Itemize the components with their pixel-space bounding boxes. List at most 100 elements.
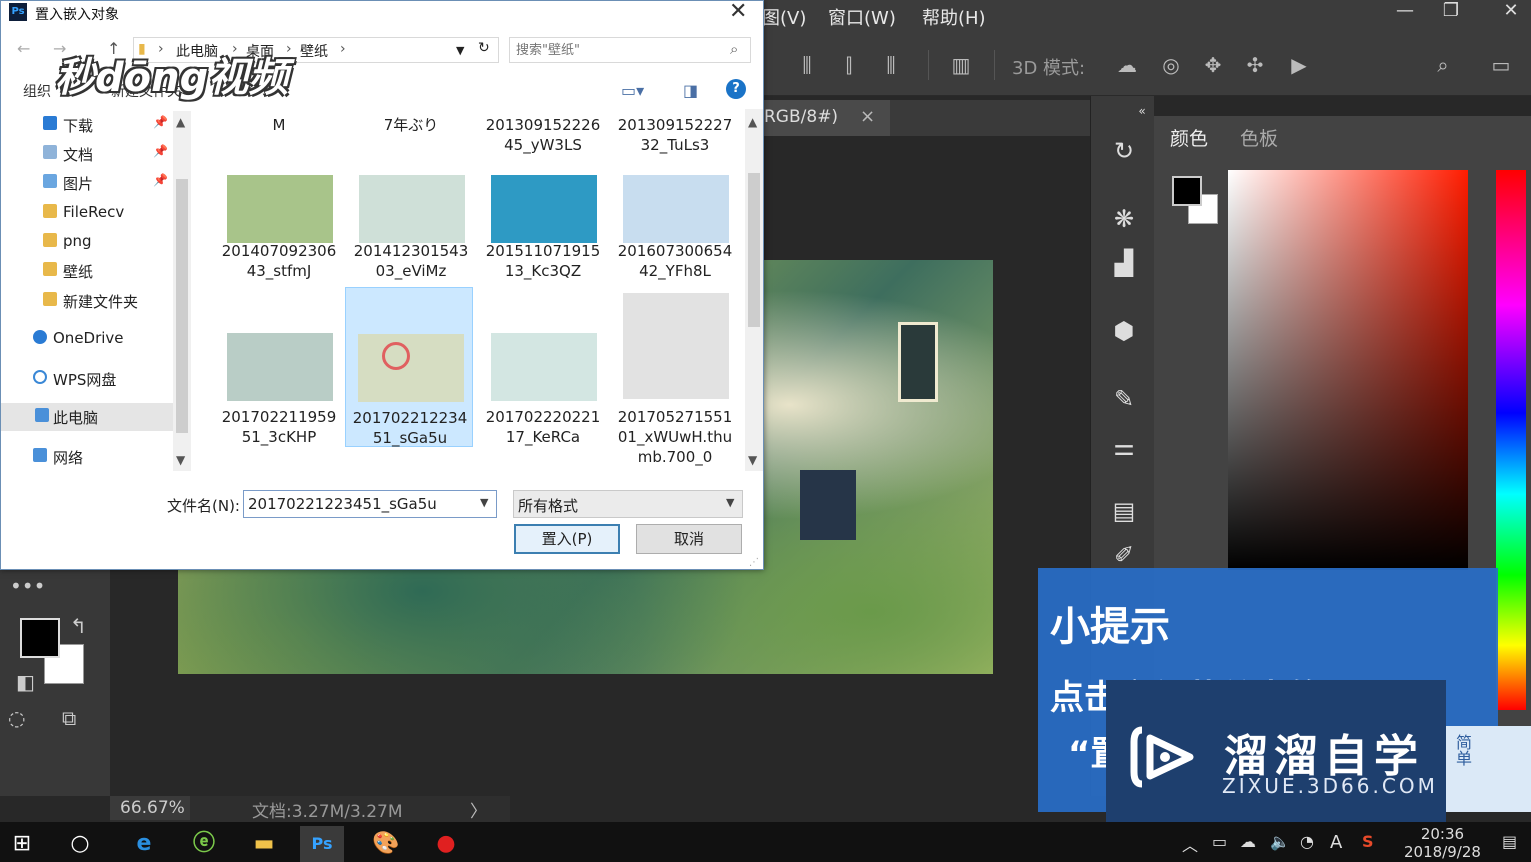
tab-swatches[interactable]: 色板 bbox=[1240, 124, 1278, 151]
cloud-icon[interactable]: ☁ bbox=[1240, 832, 1256, 851]
color-picker-field[interactable] bbox=[1228, 170, 1468, 570]
network-icon[interactable]: ◔ bbox=[1300, 832, 1314, 851]
nav-scrollbar[interactable]: ▲ ▼ bbox=[173, 111, 191, 471]
3d-icon[interactable]: ⬢ bbox=[1109, 316, 1139, 346]
ime-indicator[interactable]: A bbox=[1330, 832, 1342, 853]
hue-slider[interactable] bbox=[1496, 170, 1526, 710]
breadcrumb-wallpaper[interactable]: 壁纸 bbox=[300, 41, 328, 61]
chevron-down-icon[interactable]: ▼ bbox=[480, 496, 488, 509]
resize-grip-icon[interactable]: ⋰ bbox=[749, 557, 759, 568]
photoshop-taskbar-icon[interactable]: Ps bbox=[300, 826, 344, 862]
nav-item-downloads[interactable]: 下载 📌 bbox=[1, 111, 173, 139]
nav-item-pictures[interactable]: 图片 📌 bbox=[1, 169, 173, 197]
nav-item-network[interactable]: 网络 bbox=[1, 443, 173, 471]
3d-rotate-icon[interactable]: ☁ bbox=[1114, 52, 1140, 78]
document-tab[interactable]: RGB/8#) × bbox=[760, 100, 890, 136]
scroll-down-icon[interactable]: ▼ bbox=[176, 453, 185, 467]
search-icon[interactable]: ⌕ bbox=[1430, 52, 1456, 78]
scroll-up-icon[interactable]: ▲ bbox=[176, 115, 185, 129]
back-arrow-icon[interactable]: ← bbox=[17, 39, 30, 58]
tab-color[interactable]: 颜色 bbox=[1170, 124, 1208, 151]
file-tile-selected[interactable]: 201702212234 51_sGa5u bbox=[345, 287, 473, 447]
align-right-icon[interactable]: ⫼ bbox=[878, 52, 904, 78]
address-dropdown-icon[interactable]: ▼ bbox=[456, 44, 464, 57]
brush-settings-icon[interactable]: ❋ bbox=[1109, 204, 1139, 234]
paint-icon[interactable]: 🎨 bbox=[364, 826, 408, 862]
nav-item-wallpaper[interactable]: 壁纸 bbox=[1, 257, 173, 285]
3d-roll-icon[interactable]: ◎ bbox=[1158, 52, 1184, 78]
preview-pane-icon[interactable]: ◨ bbox=[683, 81, 698, 100]
workspace-icon[interactable]: ▭ bbox=[1488, 52, 1514, 78]
sogou-icon[interactable]: S bbox=[1362, 832, 1374, 851]
filename-input[interactable]: 20170221223451_sGa5u ▼ bbox=[243, 490, 497, 518]
help-icon[interactable]: ? bbox=[726, 79, 746, 99]
foreground-color-swatch[interactable] bbox=[20, 618, 60, 658]
nav-item-onedrive[interactable]: OneDrive bbox=[1, 325, 173, 353]
collapse-panels-icon[interactable]: « bbox=[1127, 96, 1157, 126]
history-icon[interactable]: ↻ bbox=[1109, 136, 1139, 166]
place-button[interactable]: 置入(P) bbox=[514, 524, 620, 554]
nav-item-new-folder[interactable]: 新建文件夹 bbox=[1, 287, 173, 315]
clock[interactable]: 20:36 2018/9/28 bbox=[1404, 825, 1481, 861]
more-tools-icon[interactable]: ••• bbox=[10, 574, 45, 598]
nav-item-wps[interactable]: WPS网盘 bbox=[1, 365, 173, 393]
quick-mask-icon[interactable]: ◌ bbox=[8, 706, 25, 730]
windows-start-icon[interactable]: ⊞ bbox=[0, 826, 44, 862]
file-tile[interactable]: 201309152226 45_yW3LS bbox=[479, 109, 607, 161]
close-app-button[interactable]: ✕ bbox=[1488, 0, 1531, 24]
battery-icon[interactable]: ▭ bbox=[1212, 832, 1227, 851]
scroll-thumb[interactable] bbox=[748, 173, 760, 327]
file-tile[interactable]: 201705271551 01_xWUwH.thu mb.700_0 bbox=[611, 287, 739, 471]
record-icon[interactable]: ● bbox=[424, 826, 468, 862]
volume-icon[interactable]: 🔈 bbox=[1270, 832, 1290, 851]
scroll-up-icon[interactable]: ▲ bbox=[748, 115, 757, 129]
cortana-icon[interactable]: ○ bbox=[58, 826, 102, 862]
filetype-select[interactable]: 所有格式 ▼ bbox=[513, 490, 743, 518]
file-scrollbar[interactable]: ▲ ▼ bbox=[745, 109, 763, 471]
menu-help[interactable]: 帮助(H) bbox=[922, 4, 986, 30]
brushes-icon[interactable]: ✎ bbox=[1109, 384, 1139, 414]
view-options-icon[interactable]: ▭▾ bbox=[621, 81, 644, 100]
dialog-close-button[interactable]: ✕ bbox=[729, 0, 747, 24]
file-tile[interactable]: 201309152227 32_TuLs3 bbox=[611, 109, 739, 161]
notes-icon[interactable]: ✐ bbox=[1109, 540, 1139, 570]
search-input[interactable] bbox=[510, 38, 720, 62]
file-tile[interactable]: 7年ぶり bbox=[347, 109, 475, 161]
cancel-button[interactable]: 取消 bbox=[636, 524, 742, 554]
scroll-down-icon[interactable]: ▼ bbox=[748, 453, 757, 467]
close-tab-icon[interactable]: × bbox=[860, 106, 875, 127]
nav-item-filerecv[interactable]: FileRecv bbox=[1, 199, 173, 227]
tray-chevron-icon[interactable]: ︿ bbox=[1182, 832, 1198, 856]
restore-button[interactable]: ❐ bbox=[1428, 0, 1474, 24]
refresh-icon[interactable]: ↻ bbox=[478, 40, 490, 56]
file-tile[interactable]: M bbox=[215, 109, 343, 161]
properties-icon[interactable]: ▤ bbox=[1109, 496, 1139, 526]
scroll-thumb[interactable] bbox=[176, 179, 188, 433]
file-explorer-icon[interactable]: ▬ bbox=[242, 826, 286, 862]
adjustments-icon[interactable]: ⚌ bbox=[1109, 432, 1139, 462]
organize-button[interactable]: 组织 bbox=[23, 81, 51, 101]
3d-slide-icon[interactable]: ✣ bbox=[1242, 52, 1268, 78]
screen-mode-icon[interactable]: ⧉ bbox=[62, 706, 76, 730]
minimize-button[interactable]: — bbox=[1382, 0, 1428, 24]
nav-item-documents[interactable]: 文档 📌 bbox=[1, 140, 173, 168]
distribute-icon[interactable]: ▥ bbox=[948, 52, 974, 78]
histogram-icon[interactable]: ▟ bbox=[1109, 248, 1139, 278]
notification-icon[interactable]: ▤ bbox=[1502, 832, 1517, 851]
align-center-icon[interactable]: ⫿ bbox=[836, 52, 862, 78]
nav-item-png[interactable]: png bbox=[1, 228, 173, 256]
edge-icon[interactable]: e bbox=[122, 826, 166, 862]
align-left-icon[interactable]: ⫼ bbox=[794, 52, 820, 78]
ie-browser-icon[interactable]: ⓔ bbox=[182, 826, 226, 862]
file-tile[interactable]: 201702211959 51_3cKHP bbox=[215, 287, 343, 447]
nav-item-this-pc[interactable]: 此电脑 bbox=[1, 403, 173, 431]
menu-window[interactable]: 窗口(W) bbox=[828, 4, 896, 30]
3d-pan-icon[interactable]: ✥ bbox=[1200, 52, 1226, 78]
3d-camera-icon[interactable]: ▶ bbox=[1286, 52, 1312, 78]
file-tile[interactable]: 201702220221 17_KeRCa bbox=[479, 287, 607, 447]
zoom-level[interactable]: 66.67% bbox=[110, 796, 190, 820]
default-colors-icon[interactable]: ◧ bbox=[16, 670, 35, 694]
swap-colors-icon[interactable]: ↰ bbox=[70, 614, 87, 638]
status-menu-arrow[interactable]: 〉 bbox=[470, 797, 487, 822]
menu-view[interactable]: 图(V) bbox=[762, 4, 806, 30]
